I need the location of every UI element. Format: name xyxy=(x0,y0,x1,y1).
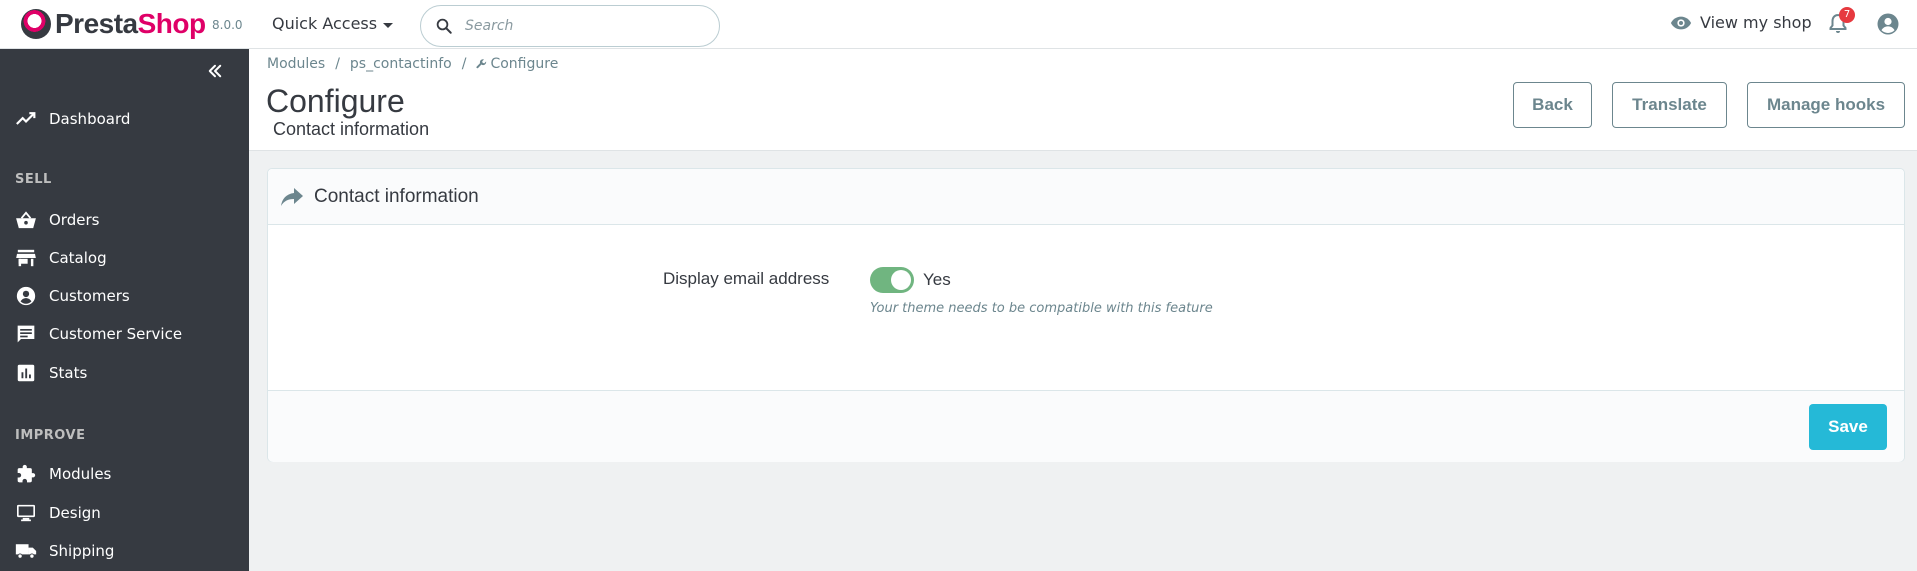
notification-count-badge: 7 xyxy=(1839,7,1855,23)
page-subtitle: Contact information xyxy=(273,119,430,139)
sidebar-item-modules[interactable]: Modules xyxy=(0,456,249,492)
sidebar-item-design[interactable]: Design xyxy=(0,495,249,531)
account-icon[interactable] xyxy=(1876,12,1900,36)
sidebar-item-catalog[interactable]: Catalog xyxy=(0,240,249,276)
sidebar-item-label: Customer Service xyxy=(49,325,183,343)
top-header: PrestaShop 8.0.0 Quick Access View my sh… xyxy=(0,0,1917,49)
view-my-shop-label: View my shop xyxy=(1700,13,1812,32)
breadcrumb-ps-contactinfo[interactable]: ps_contactinfo xyxy=(350,56,452,72)
quick-access-dropdown[interactable]: Quick Access xyxy=(272,14,394,33)
sidebar-item-stats[interactable]: Stats xyxy=(0,355,249,391)
toggle-knob xyxy=(891,270,911,290)
search-box[interactable] xyxy=(420,5,720,47)
sidebar-item-dashboard[interactable]: Dashboard xyxy=(0,101,249,137)
back-button[interactable]: Back xyxy=(1513,82,1592,128)
page-header: Modules / ps_contactinfo / Configure Con… xyxy=(249,49,1917,151)
section-title-improve: IMPROVE xyxy=(15,428,86,443)
sidebar-item-orders[interactable]: Orders xyxy=(0,202,249,238)
bar-chart-icon xyxy=(15,362,37,384)
sidebar-item-customer-service[interactable]: Customer Service xyxy=(0,316,249,352)
sidebar-item-label: Stats xyxy=(49,364,88,382)
sidebar-item-label: Modules xyxy=(49,465,112,483)
wrench-icon xyxy=(476,58,487,68)
sidebar-item-label: Orders xyxy=(49,211,100,229)
sidebar: Dashboard SELL Orders Catalog Customers … xyxy=(0,49,249,571)
puffin-logo-icon xyxy=(21,9,51,39)
page-title: Configure xyxy=(266,83,405,119)
puzzle-icon xyxy=(15,463,37,485)
display-email-toggle[interactable] xyxy=(870,267,914,293)
store-icon xyxy=(15,247,37,269)
breadcrumb-configure: Configure xyxy=(476,56,558,72)
truck-icon xyxy=(15,540,37,562)
logo-text: PrestaShop xyxy=(55,8,206,39)
chat-icon xyxy=(15,323,37,345)
save-button[interactable]: Save xyxy=(1809,404,1887,450)
panel-footer: Save xyxy=(268,390,1904,462)
sidebar-item-label: Customers xyxy=(49,287,130,305)
shopping-basket-icon xyxy=(15,209,37,231)
translate-button[interactable]: Translate xyxy=(1612,82,1727,128)
panel-title: Contact information xyxy=(314,185,479,207)
search-icon xyxy=(436,18,452,34)
sidebar-item-shipping[interactable]: Shipping xyxy=(0,533,249,569)
quick-access-label: Quick Access xyxy=(272,14,378,33)
sidebar-item-label: Design xyxy=(49,504,101,522)
eye-icon xyxy=(1670,16,1692,29)
sidebar-item-customers[interactable]: Customers xyxy=(0,278,249,314)
sidebar-item-label: Dashboard xyxy=(49,110,131,128)
toggle-value-label: Yes xyxy=(923,270,951,289)
breadcrumb-separator: / xyxy=(461,56,467,72)
version-label: 8.0.0 xyxy=(212,18,243,32)
manage-hooks-button[interactable]: Manage hooks xyxy=(1747,82,1905,128)
trending-up-icon xyxy=(15,108,37,130)
display-email-label: Display email address xyxy=(663,269,830,288)
breadcrumb-separator: / xyxy=(335,56,340,72)
contact-information-panel: Contact information Display email addres… xyxy=(267,168,1905,462)
breadcrumb-modules[interactable]: Modules xyxy=(267,56,325,72)
panel-header: Contact information xyxy=(268,169,1904,225)
help-text: Your theme needs to be compatible with t… xyxy=(870,301,1213,316)
prestashop-logo[interactable]: PrestaShop xyxy=(21,8,206,40)
caret-down-icon xyxy=(383,22,394,28)
desktop-monitor-icon xyxy=(15,502,37,524)
view-my-shop-link[interactable]: View my shop xyxy=(1670,13,1812,32)
collapse-sidebar-icon[interactable] xyxy=(206,62,224,80)
sidebar-item-label: Catalog xyxy=(49,249,107,267)
search-input[interactable] xyxy=(465,18,695,34)
account-circle-icon xyxy=(15,285,37,307)
share-arrow-icon xyxy=(281,187,303,206)
breadcrumb: Modules / ps_contactinfo / Configure xyxy=(267,56,558,72)
sidebar-item-label: Shipping xyxy=(49,542,115,560)
section-title-sell: SELL xyxy=(15,172,52,187)
